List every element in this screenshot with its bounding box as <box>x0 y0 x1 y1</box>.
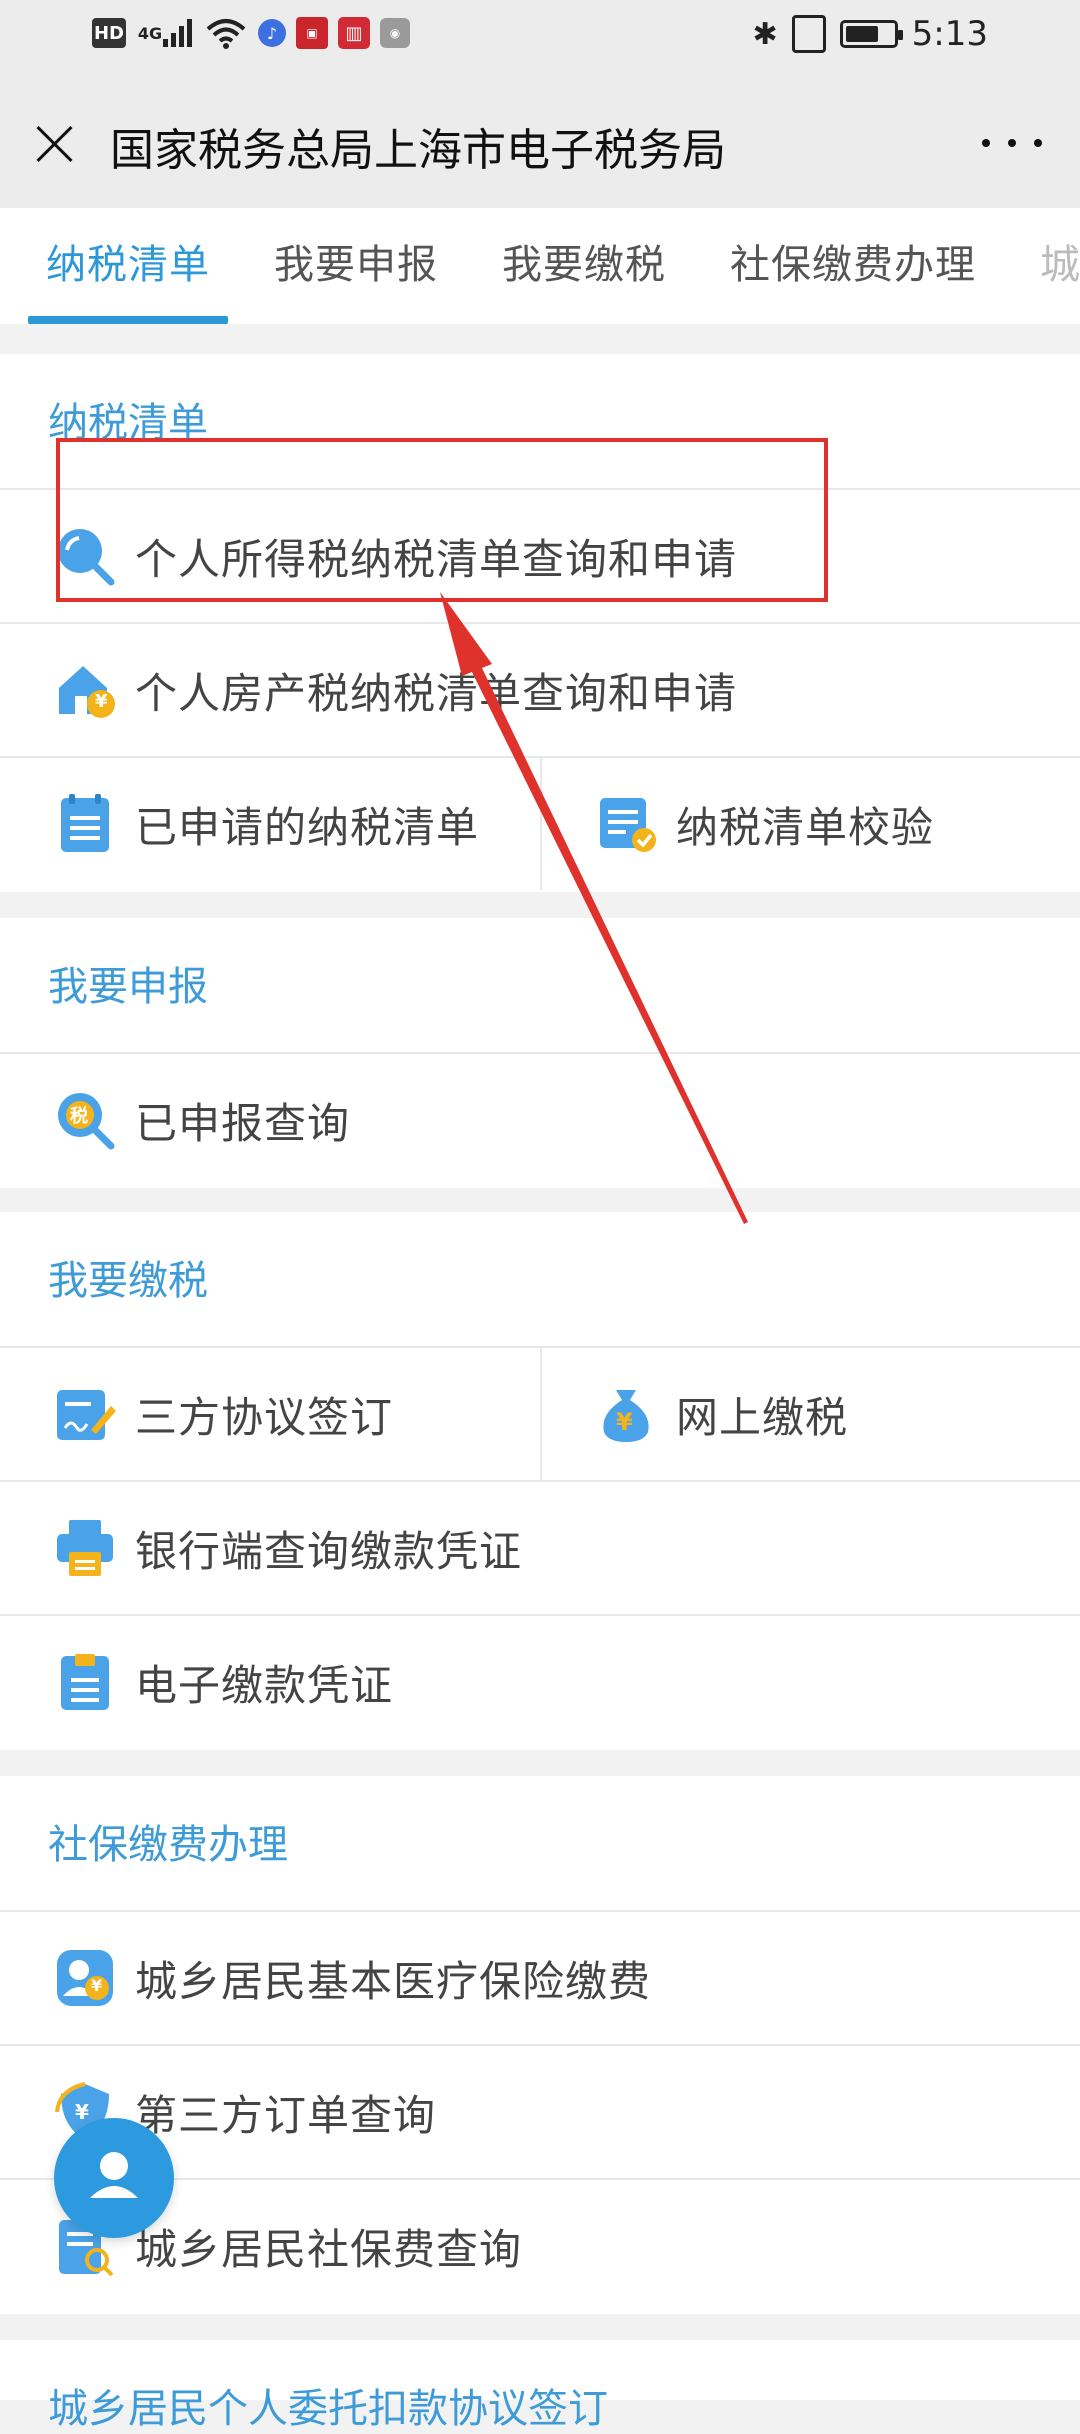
money-bag-icon: ¥ <box>596 1384 656 1444</box>
vibrate-icon <box>791 15 826 53</box>
tax-glyph: 税 <box>70 1106 88 1127</box>
item-tax-list-verify[interactable]: 纳税清单校验 <box>541 756 1080 890</box>
section-pay: 我要缴税 三方协议签订 ¥ 网上缴税 银行端查询缴款凭证 电子缴款凭证 <box>0 1212 1080 1750</box>
medical-insurance-icon: ¥ <box>55 1948 115 2008</box>
document-check-icon <box>596 794 656 854</box>
signal-icon: 4G <box>136 16 194 50</box>
item-online-pay[interactable]: ¥ 网上缴税 <box>541 1346 1080 1480</box>
tab-partial[interactable]: 城 <box>1040 232 1080 290</box>
book-app-icon: ▥ <box>338 17 370 49</box>
tab-social-insurance[interactable]: 社保缴费办理 <box>730 232 976 290</box>
section-title: 纳税清单 <box>48 400 208 446</box>
page-title: 国家税务总局上海市电子税务局 <box>110 125 726 176</box>
tab-bar: 纳税清单 我要申报 我要缴税 社保缴费办理 城 <box>0 208 1080 324</box>
hd-icon: HD <box>92 18 126 48</box>
user-center-button[interactable] <box>54 2118 174 2238</box>
divider <box>540 756 542 890</box>
divider <box>540 1346 542 1480</box>
item-label: 三方协议签订 <box>135 1392 394 1442</box>
item-label: 纳税清单校验 <box>676 802 935 852</box>
item-income-tax-list[interactable]: 个人所得税纳税清单查询和申请 <box>0 488 1080 622</box>
item-label: 银行端查询缴款凭证 <box>135 1526 523 1576</box>
search-icon <box>55 526 115 586</box>
item-medical-insurance-pay[interactable]: ¥ 城乡居民基本医疗保险缴费 <box>0 1910 1080 2044</box>
section-declare: 我要申报 税 已申报查询 <box>0 918 1080 1188</box>
item-label: 个人所得税纳税清单查询和申请 <box>135 534 738 584</box>
status-left-icons: HD 4G ♪ ▣ ▥ ◉ <box>92 16 410 50</box>
item-property-tax-list[interactable]: ¥ 个人房产税纳税清单查询和申请 <box>0 622 1080 756</box>
item-label: 城乡居民社保费查询 <box>135 2224 523 2274</box>
bluetooth-icon: ✱ <box>752 16 778 52</box>
yuan-glyph: ¥ <box>95 691 108 712</box>
clipboard-list-icon <box>55 794 115 854</box>
item-e-voucher[interactable]: 电子缴款凭证 <box>0 1614 1080 1748</box>
section-entrust-agreement: 城乡居民个人委托扣款协议签订 <box>0 2340 1080 2432</box>
house-tax-icon: ¥ <box>55 660 115 720</box>
tab-pay[interactable]: 我要缴税 <box>502 232 666 290</box>
clock: 5:13 <box>911 14 988 54</box>
music-app-icon: ♪ <box>258 19 286 47</box>
item-label: 个人房产税纳税清单查询和申请 <box>135 668 738 718</box>
tax-search-icon: 税 <box>55 1090 115 1150</box>
item-declared-query[interactable]: 税 已申报查询 <box>0 1052 1080 1186</box>
item-label: 城乡居民基本医疗保险缴费 <box>135 1956 652 2006</box>
more-menu-icon[interactable] <box>982 128 1042 158</box>
item-label: 电子缴款凭证 <box>135 1660 394 1710</box>
section-tax-list: 纳税清单 个人所得税纳税清单查询和申请 ¥ 个人房产税纳税清单查询和申请 已申请… <box>0 354 1080 892</box>
section-title: 城乡居民个人委托扣款协议签订 <box>48 2386 608 2432</box>
voucher-icon <box>55 1652 115 1712</box>
battery-icon <box>839 20 903 48</box>
section-title: 我要缴税 <box>48 1258 208 1304</box>
item-label: 网上缴税 <box>676 1392 849 1442</box>
section-title: 我要申报 <box>48 964 208 1010</box>
tab-declare[interactable]: 我要申报 <box>274 232 438 290</box>
user-icon <box>90 2152 138 2198</box>
item-applied-tax-list[interactable]: 已申请的纳税清单 <box>0 756 541 890</box>
section-title: 社保缴费办理 <box>48 1822 288 1868</box>
item-label: 第三方订单查询 <box>135 2090 437 2140</box>
app-notification-icon: ◉ <box>380 18 410 48</box>
app-notification-icon: ▣ <box>296 17 328 49</box>
signal-bars-icon <box>163 19 193 47</box>
item-label: 已申报查询 <box>135 1098 351 1148</box>
sign-document-icon <box>55 1384 116 1444</box>
status-right-icons: ✱ 5:13 <box>753 14 989 54</box>
item-bank-voucher-query[interactable]: 银行端查询缴款凭证 <box>0 1480 1080 1614</box>
close-icon[interactable] <box>26 116 82 172</box>
tab-tax-list[interactable]: 纳税清单 <box>46 232 210 290</box>
item-label: 已申请的纳税清单 <box>135 802 480 852</box>
yuan-glyph: ¥ <box>91 1976 103 1995</box>
status-bar: HD 4G ♪ ▣ ▥ ◉ ✱ 5:13 <box>0 0 1080 76</box>
nav-bar: 国家税务总局上海市电子税务局 <box>0 76 1080 208</box>
active-tab-indicator <box>28 316 228 324</box>
printer-icon <box>55 1518 115 1578</box>
item-tripartite-agreement[interactable]: 三方协议签订 <box>0 1346 541 1480</box>
wifi-icon <box>204 16 248 50</box>
network-type: 4G <box>137 23 163 43</box>
yuan-glyph: ¥ <box>616 1408 633 1436</box>
